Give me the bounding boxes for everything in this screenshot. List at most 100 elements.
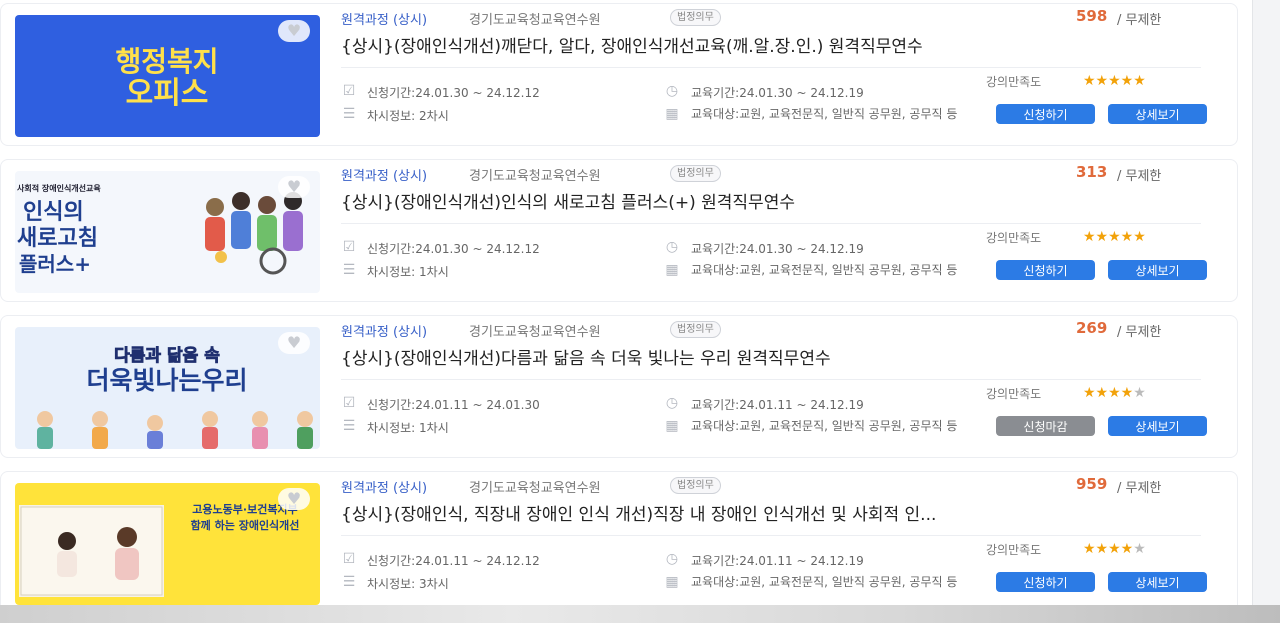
course-category: 원격과정 (상시) xyxy=(341,169,428,184)
course-card[interactable]: 행정복지 오피스 ♥ 원격과정 (상시) 경기도교육청교육연수원 법정의무 59… xyxy=(0,3,1238,146)
rating-stars: ★★★★★ xyxy=(1083,385,1146,401)
detail-button[interactable]: 상세보기 xyxy=(1108,260,1207,280)
apply-period: 신청기간:24.01.11 ~ 24.01.30 xyxy=(367,398,540,412)
bottom-edge xyxy=(0,605,1280,623)
course-list-page: 행정복지 오피스 ♥ 원격과정 (상시) 경기도교육청교육연수원 법정의무 59… xyxy=(0,0,1252,614)
list-icon: ☰ xyxy=(342,574,356,590)
enrollment-count: 269 xyxy=(1076,319,1108,337)
detail-button[interactable]: 상세보기 xyxy=(1108,104,1207,124)
calendar-icon: ▦ xyxy=(665,418,679,434)
apply-period: 신청기간:24.01.30 ~ 24.12.12 xyxy=(367,86,540,100)
education-period: 교육기간:24.01.11 ~ 24.12.19 xyxy=(691,398,864,412)
capacity-limit: / 무제한 xyxy=(1117,325,1162,340)
calendar-icon: ▦ xyxy=(665,262,679,278)
list-icon: ☰ xyxy=(342,418,356,434)
list-icon: ☰ xyxy=(342,106,356,122)
favorite-heart-icon[interactable]: ♥ xyxy=(278,176,310,198)
apply-button[interactable]: 신청하기 xyxy=(996,572,1095,592)
thumb-text: 다름과 닮음 속 xyxy=(114,346,220,366)
mandatory-badge: 법정의무 xyxy=(670,165,721,182)
satisfaction-label: 강의만족도 xyxy=(986,387,1042,401)
capacity-limit: / 무제한 xyxy=(1117,169,1162,184)
course-title[interactable]: {상시}(장애인식개선)인식의 새로고침 플러스(+) 원격직무연수 xyxy=(341,188,795,213)
enrollment-count: 959 xyxy=(1076,475,1108,493)
course-card[interactable]: 사회적 장애인식개선교육 인식의 새로고침 플러스+ ♥ 원격과정 (상시) 경… xyxy=(0,159,1238,302)
thumb-text: 새로고침 xyxy=(17,226,98,251)
enrollment-count: 313 xyxy=(1076,163,1108,181)
mandatory-badge: 법정의무 xyxy=(670,477,721,494)
course-title[interactable]: {상시}(장애인식, 직장내 장애인 인식 개선)직장 내 장애인 인식개선 및… xyxy=(341,500,936,525)
thumb-text: 더욱빛나는우리 xyxy=(86,366,247,395)
thumb-text: 행정복지 xyxy=(115,45,218,78)
scrollbar-gutter[interactable] xyxy=(1252,0,1280,623)
target-audience: 교육대상:교원, 교육전문직, 일반직 공무원, 공무직 등 xyxy=(691,263,958,277)
course-card[interactable]: 고용노동부·보건복지부 함께 하는 장애인식개선 ♥ 원격과정 (상시) 경기도… xyxy=(0,471,1238,614)
course-category: 원격과정 (상시) xyxy=(341,13,428,28)
rating-stars: ★★★★★ xyxy=(1083,541,1146,557)
course-organization: 경기도교육청교육연수원 xyxy=(469,13,601,28)
divider xyxy=(341,535,1201,536)
satisfaction-label: 강의만족도 xyxy=(986,75,1042,89)
satisfaction-label: 강의만족도 xyxy=(986,543,1042,557)
rating-stars: ★★★★★ xyxy=(1083,229,1146,245)
mandatory-badge: 법정의무 xyxy=(670,321,721,338)
apply-button[interactable]: 신청하기 xyxy=(996,104,1095,124)
course-card[interactable]: 다름과 닮음 속 더욱빛나는우리 ♥ 원격과정 (상시) 경기도교육청교육연수원… xyxy=(0,315,1238,458)
detail-button[interactable]: 상세보기 xyxy=(1108,572,1207,592)
calendar-icon: ▦ xyxy=(665,106,679,122)
session-info: 차시정보: 1차시 xyxy=(367,265,449,279)
capacity-limit: / 무제한 xyxy=(1117,13,1162,28)
target-audience: 교육대상:교원, 교육전문직, 일반직 공무원, 공무직 등 xyxy=(691,419,958,433)
education-period: 교육기간:24.01.11 ~ 24.12.19 xyxy=(691,554,864,568)
divider xyxy=(341,67,1201,68)
apply-period: 신청기간:24.01.11 ~ 24.12.12 xyxy=(367,554,540,568)
clock-icon: ◷ xyxy=(665,83,679,99)
apply-closed-button: 신청마감 xyxy=(996,416,1095,436)
session-info: 차시정보: 3차시 xyxy=(367,577,449,591)
calendar-icon: ▦ xyxy=(665,574,679,590)
favorite-heart-icon[interactable]: ♥ xyxy=(278,488,310,510)
course-title[interactable]: {상시}(장애인식개선)다름과 닮음 속 더욱 빛나는 우리 원격직무연수 xyxy=(341,344,831,369)
education-period: 교육기간:24.01.30 ~ 24.12.19 xyxy=(691,86,864,100)
course-organization: 경기도교육청교육연수원 xyxy=(469,325,601,340)
session-info: 차시정보: 1차시 xyxy=(367,421,449,435)
divider xyxy=(341,379,1201,380)
apply-period: 신청기간:24.01.30 ~ 24.12.12 xyxy=(367,242,540,256)
rating-stars: ★★★★★ xyxy=(1083,73,1146,89)
thumb-text: 사회적 장애인식개선교육 xyxy=(17,183,101,193)
satisfaction-label: 강의만족도 xyxy=(986,231,1042,245)
thumb-text: 함께 하는 장애인식개선 xyxy=(191,518,300,532)
course-organization: 경기도교육청교육연수원 xyxy=(469,169,601,184)
list-icon: ☰ xyxy=(342,262,356,278)
course-thumbnail[interactable]: 다름과 닮음 속 더욱빛나는우리 ♥ xyxy=(15,327,320,449)
clock-icon: ◷ xyxy=(665,395,679,411)
favorite-heart-icon[interactable]: ♥ xyxy=(278,332,310,354)
course-organization: 경기도교육청교육연수원 xyxy=(469,481,601,496)
course-thumbnail[interactable]: 고용노동부·보건복지부 함께 하는 장애인식개선 ♥ xyxy=(15,483,320,605)
target-audience: 교육대상:교원, 교육전문직, 일반직 공무원, 공무직 등 xyxy=(691,575,958,589)
education-period: 교육기간:24.01.30 ~ 24.12.19 xyxy=(691,242,864,256)
mandatory-badge: 법정의무 xyxy=(670,9,721,26)
enrollment-count: 598 xyxy=(1076,7,1108,25)
checkbox-icon: ☑ xyxy=(342,239,356,255)
checkbox-icon: ☑ xyxy=(342,395,356,411)
target-audience: 교육대상:교원, 교육전문직, 일반직 공무원, 공무직 등 xyxy=(691,107,958,121)
course-thumbnail[interactable]: 행정복지 오피스 ♥ xyxy=(15,15,320,137)
divider xyxy=(341,223,1201,224)
thumb-text: 인식의 xyxy=(23,200,84,225)
favorite-heart-icon[interactable]: ♥ xyxy=(278,20,310,42)
checkbox-icon: ☑ xyxy=(342,83,356,99)
clock-icon: ◷ xyxy=(665,551,679,567)
capacity-limit: / 무제한 xyxy=(1117,481,1162,496)
apply-button[interactable]: 신청하기 xyxy=(996,260,1095,280)
course-title[interactable]: {상시}(장애인식개선)깨닫다, 알다, 장애인식개선교육(깨.알.장.인.) … xyxy=(341,32,923,57)
detail-button[interactable]: 상세보기 xyxy=(1108,416,1207,436)
thumb-text: 플러스+ xyxy=(19,252,91,276)
clock-icon: ◷ xyxy=(665,239,679,255)
session-info: 차시정보: 2차시 xyxy=(367,109,449,123)
thumb-text: 오피스 xyxy=(126,76,209,111)
checkbox-icon: ☑ xyxy=(342,551,356,567)
course-category: 원격과정 (상시) xyxy=(341,325,428,340)
course-thumbnail[interactable]: 사회적 장애인식개선교육 인식의 새로고침 플러스+ ♥ xyxy=(15,171,320,293)
course-category: 원격과정 (상시) xyxy=(341,481,428,496)
